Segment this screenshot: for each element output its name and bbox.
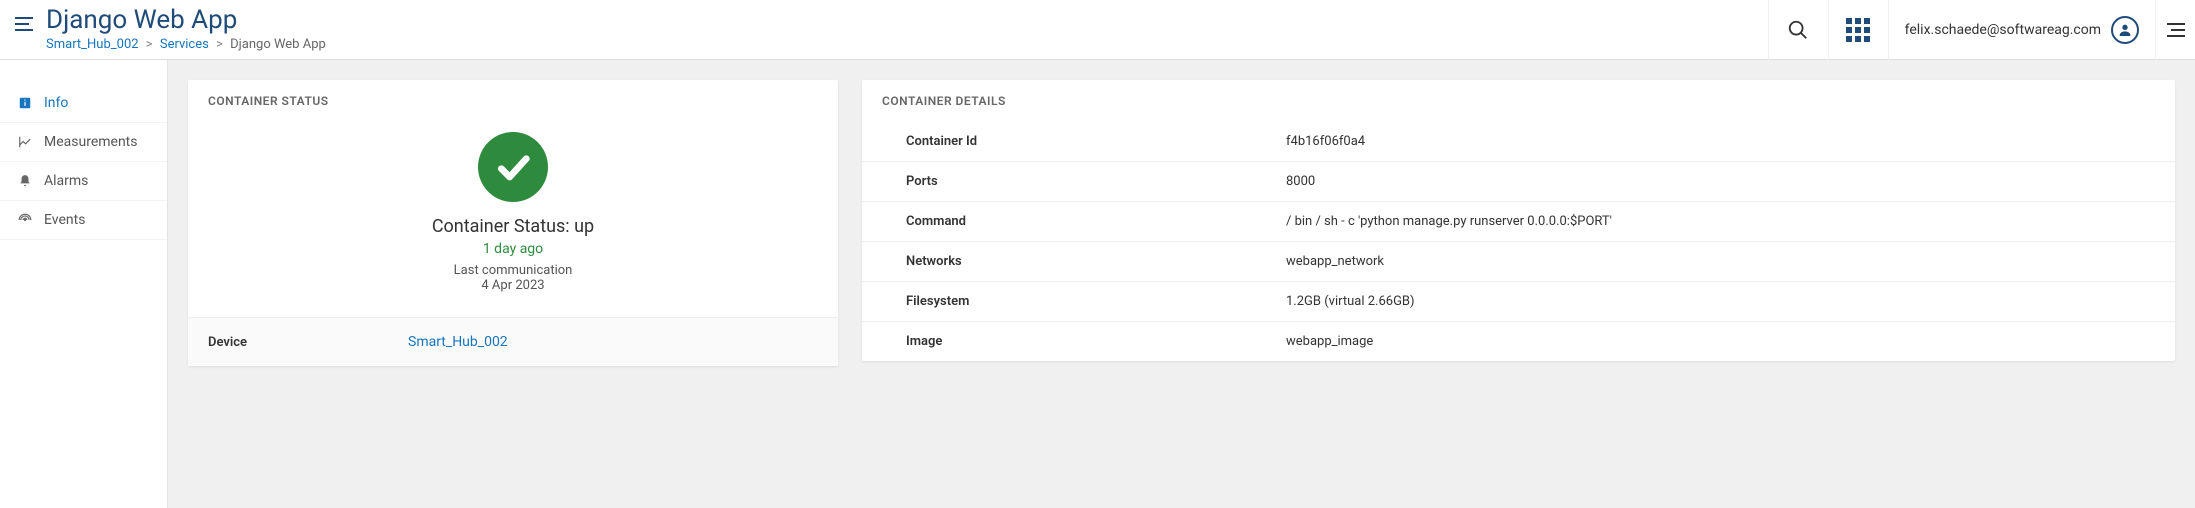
status-last-comm-label: Last communication — [188, 263, 838, 278]
header-right: felix.schaede@softwareag.com — [1768, 0, 2195, 59]
device-label: Device — [208, 335, 408, 350]
user-menu[interactable]: felix.schaede@softwareag.com — [1888, 0, 2155, 60]
device-link[interactable]: Smart_Hub_002 — [408, 334, 508, 350]
breadcrumb: Smart_Hub_002 > Services > Django Web Ap… — [46, 37, 326, 52]
title-block: Django Web App Smart_Hub_002 > Services … — [46, 6, 326, 52]
menu-icon[interactable] — [12, 12, 36, 36]
status-text: Container Status: up — [188, 216, 838, 237]
user-avatar-icon — [2111, 16, 2139, 44]
sidebar-item-label: Measurements — [44, 134, 137, 150]
signal-icon — [16, 211, 34, 229]
details-row-image: Image webapp_image — [862, 321, 2175, 361]
details-row-container-id: Container Id f4b16f06f0a4 — [862, 122, 2175, 161]
apps-button[interactable] — [1828, 0, 1888, 60]
apps-icon — [1846, 18, 1870, 42]
sidebar-item-label: Info — [44, 95, 68, 111]
container-details-card: CONTAINER DETAILS Container Id f4b16f06f… — [862, 80, 2175, 361]
details-row-command: Command / bin / sh - c 'python manage.py… — [862, 201, 2175, 241]
bell-icon — [16, 172, 34, 190]
right-drawer-icon[interactable] — [2155, 0, 2195, 60]
details-row-filesystem: Filesystem 1.2GB (virtual 2.66GB) — [862, 281, 2175, 321]
status-card-header: CONTAINER STATUS — [188, 80, 838, 122]
search-icon — [1787, 19, 1809, 41]
details-table: Container Id f4b16f06f0a4 Ports 8000 Com… — [862, 122, 2175, 361]
search-button[interactable] — [1768, 0, 1828, 60]
content: CONTAINER STATUS Container Status: up 1 … — [168, 60, 2195, 508]
sidebar-item-label: Alarms — [44, 173, 88, 189]
user-email: felix.schaede@softwareag.com — [1905, 22, 2101, 38]
status-last-comm-date: 4 Apr 2023 — [188, 278, 838, 293]
sidebar-item-measurements[interactable]: Measurements — [0, 123, 167, 162]
breadcrumb-services[interactable]: Services — [160, 37, 209, 52]
main: Info Measurements Alarms Events CONTAINE… — [0, 60, 2195, 508]
device-row: Device Smart_Hub_002 — [188, 317, 838, 366]
sidebar-item-label: Events — [44, 212, 85, 228]
details-row-networks: Networks webapp_network — [862, 241, 2175, 281]
details-card-header: CONTAINER DETAILS — [862, 80, 2175, 122]
details-row-ports: Ports 8000 — [862, 161, 2175, 201]
page-title: Django Web App — [46, 6, 326, 35]
sidebar-item-events[interactable]: Events — [0, 201, 167, 240]
header: Django Web App Smart_Hub_002 > Services … — [0, 0, 2195, 60]
container-status-card: CONTAINER STATUS Container Status: up 1 … — [188, 80, 838, 366]
breadcrumb-current: Django Web App — [230, 37, 326, 52]
sidebar: Info Measurements Alarms Events — [0, 60, 168, 508]
status-age: 1 day ago — [188, 241, 838, 257]
status-check-icon — [478, 132, 548, 202]
status-body: Container Status: up 1 day ago Last comm… — [188, 122, 838, 317]
info-icon — [16, 94, 34, 112]
chart-icon — [16, 133, 34, 151]
sidebar-item-info[interactable]: Info — [0, 84, 167, 123]
header-left: Django Web App Smart_Hub_002 > Services … — [0, 0, 338, 58]
breadcrumb-hub[interactable]: Smart_Hub_002 — [46, 37, 139, 52]
sidebar-item-alarms[interactable]: Alarms — [0, 162, 167, 201]
